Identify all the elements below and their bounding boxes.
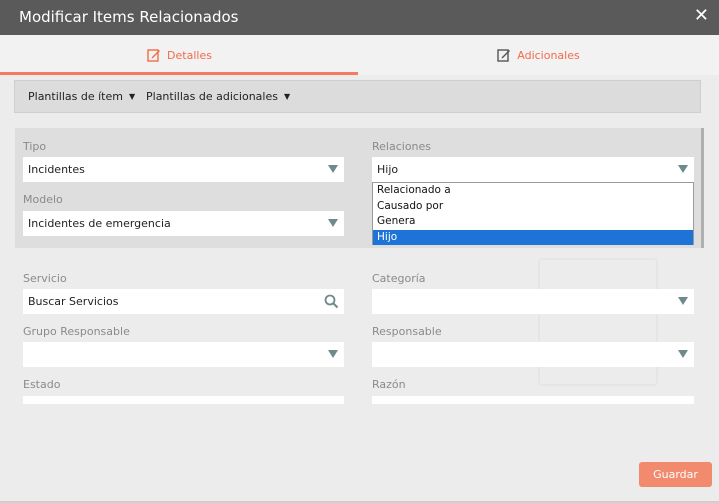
item-templates-label: Plantillas de ítem: [28, 90, 123, 103]
edit-icon: [147, 49, 161, 62]
responsable-label: Responsable: [372, 325, 442, 338]
dialog-title: Modificar Items Relacionados: [19, 8, 239, 26]
relaciones-label: Relaciones: [372, 140, 432, 153]
tipo-select[interactable]: Incidentes: [23, 157, 344, 182]
relaciones-option[interactable]: Causado por: [373, 199, 693, 215]
tipo-value: Incidentes: [28, 163, 85, 176]
relaciones-dropdown-list: Relacionado a Causado por Genera Hijo: [372, 182, 694, 245]
categoria-select[interactable]: [372, 289, 694, 314]
chevron-down-icon: [328, 165, 338, 173]
item-templates-dropdown[interactable]: Plantillas de ítem ▼: [28, 90, 135, 103]
template-toolbar: Plantillas de ítem ▼ Plantillas de adici…: [14, 80, 701, 113]
modelo-label: Modelo: [23, 193, 63, 206]
close-icon[interactable]: ✕: [694, 6, 709, 26]
modelo-value: Incidentes de emergencia: [28, 217, 171, 230]
razon-select[interactable]: [372, 396, 694, 404]
grupo-responsable-label: Grupo Responsable: [23, 325, 130, 338]
edit-icon: [497, 49, 511, 62]
relaciones-option-selected[interactable]: Hijo: [373, 229, 693, 245]
tab-detalles-label: Detalles: [167, 48, 212, 62]
modelo-select[interactable]: Incidentes de emergencia: [23, 211, 344, 236]
estado-label: Estado: [23, 378, 61, 391]
estado-select[interactable]: [23, 396, 344, 404]
chevron-down-icon: [678, 165, 688, 173]
servicio-label: Servicio: [23, 272, 67, 285]
relaciones-option[interactable]: Genera: [373, 214, 693, 230]
relaciones-option[interactable]: Relacionado a: [373, 183, 693, 199]
razon-label: Razón: [372, 378, 406, 391]
save-button[interactable]: Guardar: [639, 462, 712, 487]
caret-down-icon: ▼: [128, 92, 136, 101]
responsable-select[interactable]: [372, 342, 694, 367]
chevron-down-icon: [678, 350, 688, 358]
tab-adicionales[interactable]: Adicionales: [359, 35, 718, 75]
tab-bar: Detalles Adicionales: [0, 35, 719, 75]
search-icon[interactable]: [324, 294, 339, 309]
additional-templates-label: Plantillas de adicionales: [146, 90, 278, 103]
tab-adicionales-label: Adicionales: [517, 48, 580, 62]
tipo-label: Tipo: [23, 140, 47, 153]
relaciones-select[interactable]: Hijo: [372, 157, 694, 182]
caret-down-icon: ▼: [283, 92, 291, 101]
additional-templates-dropdown[interactable]: Plantillas de adicionales ▼: [146, 90, 290, 103]
active-tab-indicator: [0, 72, 358, 75]
tab-detalles[interactable]: Detalles: [0, 35, 359, 75]
categoria-label: Categoría: [372, 272, 426, 285]
servicio-search-input[interactable]: Buscar Servicios: [23, 289, 344, 314]
dialog-titlebar: Modificar Items Relacionados ✕: [0, 0, 719, 35]
chevron-down-icon: [678, 297, 688, 305]
servicio-placeholder: Buscar Servicios: [28, 295, 119, 308]
chevron-down-icon: [328, 219, 338, 227]
chevron-down-icon: [328, 350, 338, 358]
scrollbar[interactable]: [701, 128, 704, 248]
relaciones-value: Hijo: [377, 163, 399, 176]
grupo-responsable-select[interactable]: [23, 342, 344, 367]
